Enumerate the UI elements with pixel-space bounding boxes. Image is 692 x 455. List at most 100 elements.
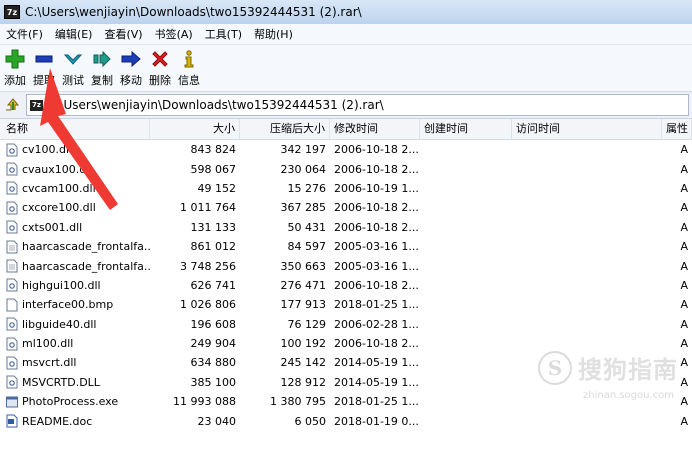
file-row[interactable]: haarcascade_frontalfa... 3 748 256 350 663… <box>0 256 692 275</box>
dll-file-icon <box>6 356 18 370</box>
menu-bookmarks[interactable]: 书签(A) <box>149 26 199 42</box>
file-size: 1 011 764 <box>180 201 236 215</box>
file-name-cell: msvcrt.dll <box>0 356 150 370</box>
menu-edit[interactable]: 编辑(E) <box>49 26 99 42</box>
file-size: 3 748 256 <box>180 259 236 273</box>
extract-button[interactable]: 提取 <box>30 45 58 88</box>
copy-button[interactable]: 复制 <box>88 45 116 88</box>
menu-file[interactable]: 文件(F) <box>0 26 49 42</box>
extract-icon <box>33 48 55 70</box>
test-button[interactable]: 测试 <box>59 45 87 88</box>
file-name-cell: libguide40.dll <box>0 317 150 331</box>
file-name: cv100.dll <box>22 143 73 157</box>
watermark-logo: S 搜狗指南 <box>538 350 678 385</box>
file-row[interactable]: cvaux100.dll 598 067 230 064 2006-10-18 2..… <box>0 159 692 178</box>
column-packed-size[interactable]: 压缩后大小 <box>240 119 330 139</box>
file-name: msvcrt.dll <box>22 356 77 370</box>
file-modified: 2006-10-18 2... <box>334 220 419 234</box>
file-name: cvcam100.dll <box>22 181 96 195</box>
file-packed-size: 15 276 <box>287 181 327 195</box>
file-modified: 2006-10-18 2... <box>334 143 419 157</box>
file-row[interactable]: interface00.bmp 1 026 806 177 913 2018-01-2… <box>0 295 692 314</box>
extract-label: 提取 <box>33 74 55 87</box>
file-row[interactable]: highgui100.dll 626 741 276 471 2006-10-18 2… <box>0 276 692 295</box>
file-row[interactable]: cvcam100.dll 49 152 15 276 2006-10-19 1... A <box>0 179 692 198</box>
file-row[interactable]: haarcascade_frontalfa... 861 012 84 597 200… <box>0 237 692 256</box>
dll-file-icon <box>6 201 18 215</box>
file-modified: 2014-05-19 1... <box>334 356 419 370</box>
move-button[interactable]: 移动 <box>117 45 145 88</box>
window-title: C:\Users\wenjiayin\Downloads\two15392444… <box>25 5 362 19</box>
move-label: 移动 <box>120 74 142 87</box>
file-packed-size: 245 142 <box>280 356 327 370</box>
info-icon <box>178 48 200 70</box>
file-row[interactable]: cxcore100.dll 1 011 764 367 285 2006-10-18 … <box>0 198 692 217</box>
file-attributes: A <box>680 220 688 234</box>
dll-file-icon <box>6 375 18 389</box>
file-size: 843 824 <box>190 143 237 157</box>
file-name-cell: PhotoProcess.exe <box>0 395 150 409</box>
file-modified: 2006-02-28 1... <box>334 317 419 331</box>
file-packed-size: 50 431 <box>287 220 327 234</box>
file-size: 249 904 <box>190 337 237 351</box>
file-row[interactable]: cxts001.dll 131 133 50 431 2006-10-18 2... A <box>0 218 692 237</box>
column-modified[interactable]: 修改时间 <box>330 119 420 139</box>
menu-view[interactable]: 查看(V) <box>98 26 148 42</box>
column-name[interactable]: 名称 <box>0 119 150 139</box>
file-name: ml100.dll <box>22 337 74 351</box>
menu-help[interactable]: 帮助(H) <box>248 26 299 42</box>
file-attributes: A <box>680 181 688 195</box>
info-button[interactable]: 信息 <box>175 45 203 88</box>
file-attributes: A <box>680 259 688 273</box>
file-row[interactable]: libguide40.dll 196 608 76 129 2006-02-28 1.… <box>0 315 692 334</box>
file-attributes: A <box>680 162 688 176</box>
file-modified: 2014-05-19 1... <box>334 375 419 389</box>
add-button[interactable]: 添加 <box>1 45 29 88</box>
column-accessed[interactable]: 访问时间 <box>512 119 662 139</box>
file-row[interactable]: cv100.dll 843 824 342 197 2006-10-18 2... A <box>0 140 692 159</box>
file-packed-size: 342 197 <box>280 143 327 157</box>
file-attributes: A <box>680 143 688 157</box>
file-packed-size: 1 380 795 <box>270 395 326 409</box>
file-name: cvaux100.dll <box>22 162 93 176</box>
file-attributes: A <box>680 414 688 428</box>
file-packed-size: 84 597 <box>287 240 327 254</box>
dll-file-icon <box>6 337 18 351</box>
file-name-cell: haarcascade_frontalfa... <box>0 259 150 273</box>
watermark-circle-icon: S <box>538 350 572 385</box>
column-size[interactable]: 大小 <box>150 119 240 139</box>
menu-tools[interactable]: 工具(T) <box>199 26 248 42</box>
file-modified: 2018-01-25 1... <box>334 298 419 312</box>
copy-label: 复制 <box>91 74 113 87</box>
file-packed-size: 100 192 <box>280 337 327 351</box>
address-path: C:\Users\wenjiayin\Downloads\two15392444… <box>47 98 384 112</box>
delete-button[interactable]: 删除 <box>146 45 174 88</box>
file-packed-size: 367 285 <box>280 201 327 215</box>
file-name: PhotoProcess.exe <box>22 395 119 409</box>
file-name-cell: cvaux100.dll <box>0 162 150 176</box>
watermark-text: 搜狗指南 <box>578 356 678 384</box>
file-size: 385 100 <box>190 375 237 389</box>
file-name: haarcascade_frontalfa... <box>22 259 150 273</box>
file-name-cell: README.doc <box>0 414 150 428</box>
file-name: libguide40.dll <box>22 317 97 331</box>
title-bar: 7z C:\Users\wenjiayin\Downloads\two15392… <box>0 0 692 25</box>
file-name-cell: haarcascade_frontalfa... <box>0 240 150 254</box>
file-name: cxcore100.dll <box>22 201 96 215</box>
archive-icon: 7z <box>30 99 43 111</box>
file-size: 598 067 <box>190 162 237 176</box>
file-modified: 2005-03-16 1... <box>334 240 419 254</box>
file-list-header: 名称 大小 压缩后大小 修改时间 创建时间 访问时间 属性 <box>0 119 692 140</box>
copy-icon <box>91 48 113 70</box>
file-name-cell: cvcam100.dll <box>0 181 150 195</box>
column-attributes[interactable]: 属性 <box>662 119 692 139</box>
file-name-cell: interface00.bmp <box>0 298 150 312</box>
column-created[interactable]: 创建时间 <box>420 119 512 139</box>
file-attributes: A <box>680 337 688 351</box>
file-modified: 2018-01-25 1... <box>334 395 419 409</box>
info-label: 信息 <box>178 74 200 87</box>
address-field[interactable]: 7z C:\Users\wenjiayin\Downloads\two15392… <box>26 94 689 116</box>
add-icon <box>4 48 26 70</box>
file-row[interactable]: README.doc 23 040 6 050 2018-01-19 0... A <box>0 411 692 430</box>
up-folder-button[interactable] <box>3 95 23 115</box>
